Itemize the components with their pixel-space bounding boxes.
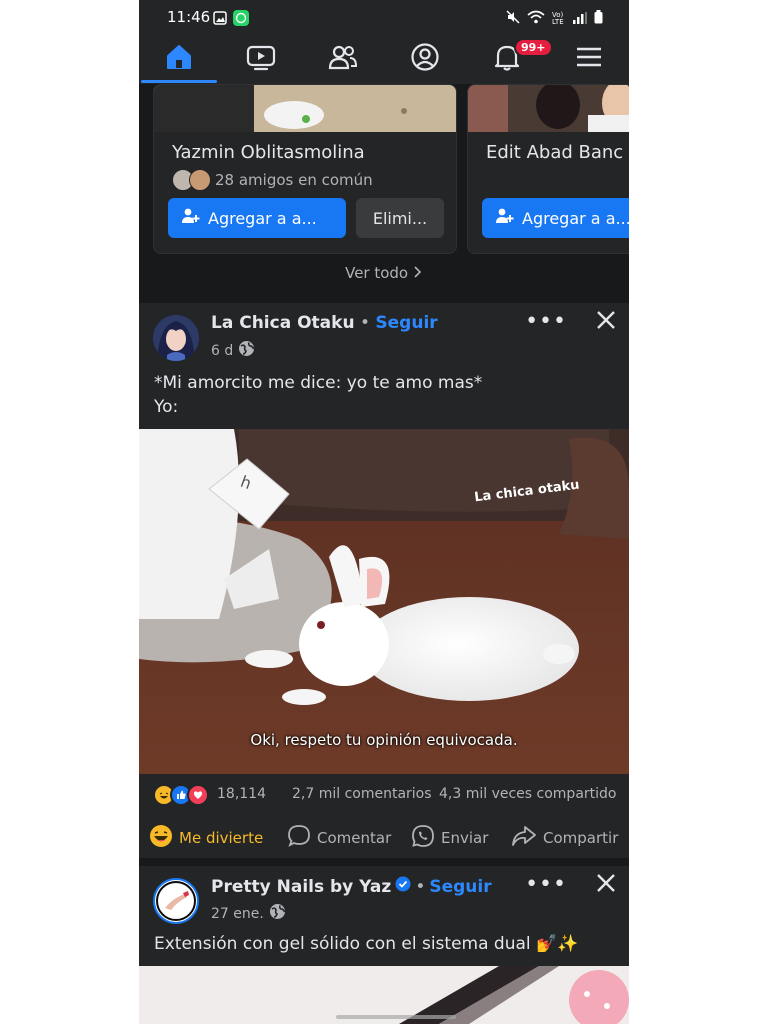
post-header: La Chica Otaku • Seguir 6 d ••• *Mi amor…: [139, 303, 629, 429]
whatsapp-icon: [411, 824, 435, 852]
see-all-label: Ver todo: [345, 264, 409, 282]
post-author-name[interactable]: Pretty Nails by Yaz: [211, 877, 391, 897]
suggestion-photo: [154, 85, 456, 132]
profile-icon: [410, 42, 440, 76]
comments-count[interactable]: 2,7 mil comentarios: [292, 786, 432, 802]
status-right-icons: Vo) LTE: [506, 9, 603, 28]
tab-watch[interactable]: [221, 34, 301, 84]
more-options-icon[interactable]: •••: [525, 309, 567, 334]
post-time[interactable]: 27 ene.: [211, 906, 264, 922]
post-meta: 6 d: [211, 340, 255, 361]
react-button[interactable]: Me divierte: [149, 824, 263, 852]
post-time[interactable]: 6 d: [211, 343, 233, 359]
notifications-badge: 99+: [514, 38, 553, 57]
status-time: 11:46: [167, 8, 211, 26]
mutual-friends-count: 28 amigos en común: [215, 171, 373, 189]
globe-icon: [269, 903, 286, 924]
suggestion-photo: [468, 85, 629, 132]
add-friend-label: Agregar a a...: [522, 208, 629, 228]
share-label: Compartir: [543, 829, 619, 847]
home-icon: [165, 43, 193, 75]
reaction-icons[interactable]: [153, 784, 209, 806]
author-separator: •: [415, 876, 426, 897]
suggestion-name[interactable]: Edit Abad Banc: [486, 142, 623, 163]
whatsapp-status-icon: [233, 10, 249, 30]
tab-profile[interactable]: [385, 34, 465, 84]
follow-button[interactable]: Seguir: [429, 877, 491, 897]
globe-icon: [238, 340, 255, 361]
suggestion-name[interactable]: Yazmin Oblitasmolina: [172, 142, 365, 163]
chevron-right-icon: [413, 264, 423, 282]
remove-suggestion-button[interactable]: Elimi...: [356, 198, 444, 238]
post-image[interactable]: La chica otaku h Oki, respeto tu opinión…: [139, 429, 629, 774]
image-caption: Oki, respeto tu opinión equivocada.: [250, 731, 518, 749]
signal-icon: [573, 9, 587, 28]
love-reaction-icon: [187, 784, 209, 806]
friend-suggestion-card[interactable]: Edit Abad Banc Agregar a a...: [467, 84, 629, 254]
close-icon[interactable]: [595, 872, 617, 900]
top-nav-bar: 99+: [139, 34, 629, 85]
post-author-line: Pretty Nails by Yaz • Seguir: [211, 876, 492, 897]
post-author-name[interactable]: La Chica Otaku: [211, 313, 355, 333]
reactions-bar: 18,114 2,7 mil comentarios 4,3 mil veces…: [139, 774, 629, 816]
hamburger-menu-icon: [576, 46, 602, 72]
network-label: Vo) LTE: [552, 10, 564, 26]
haha-emoji-icon: [149, 824, 173, 852]
send-button[interactable]: Enviar: [411, 824, 488, 852]
post-author-line: La Chica Otaku • Seguir: [211, 313, 438, 333]
gallery-icon: [213, 10, 227, 29]
verified-badge-icon: [395, 876, 411, 897]
comment-icon: [287, 824, 311, 852]
reactions-count[interactable]: 18,114: [217, 786, 266, 802]
tab-notifications[interactable]: 99+: [467, 34, 553, 84]
people-you-may-know-section: Yazmin Oblitasmolina 28 amigos en común …: [139, 84, 629, 299]
mutual-friends: 28 amigos en común: [172, 169, 373, 191]
post-actions: Me divierte Comentar Enviar Compartir: [139, 816, 629, 858]
battery-icon: [594, 9, 603, 28]
phone-screen: 11:46 Vo) LTE 99+ Yazmin Oblitasmolina 2…: [139, 0, 629, 1024]
author-avatar[interactable]: [153, 315, 199, 361]
status-bar: 11:46 Vo) LTE: [139, 0, 629, 34]
post-text: Extensión con gel sólido con el sistema …: [154, 934, 579, 954]
close-icon[interactable]: [595, 309, 617, 337]
add-friend-label: Agregar a a...: [208, 208, 317, 228]
post-header: Pretty Nails by Yaz • Seguir 27 ene. •••…: [139, 866, 629, 966]
video-icon: [246, 43, 276, 75]
add-friend-icon: [182, 208, 200, 228]
react-label: Me divierte: [179, 829, 264, 847]
share-icon: [511, 824, 537, 852]
shares-count[interactable]: 4,3 mil veces compartido: [439, 786, 617, 802]
follow-button[interactable]: Seguir: [375, 313, 437, 333]
send-label: Enviar: [441, 829, 489, 847]
friend-suggestion-card[interactable]: Yazmin Oblitasmolina 28 amigos en común …: [153, 84, 457, 254]
comment-label: Comentar: [317, 829, 392, 847]
add-friend-button[interactable]: Agregar a a...: [168, 198, 346, 238]
tab-friends[interactable]: [303, 34, 383, 84]
add-friend-icon: [496, 208, 514, 228]
share-button[interactable]: Compartir: [511, 824, 618, 852]
post-text: *Mi amorcito me dice: yo te amo mas* Yo:: [154, 373, 483, 417]
friends-icon: [328, 43, 358, 75]
add-friend-button[interactable]: Agregar a a...: [482, 198, 629, 238]
home-indicator[interactable]: [336, 1015, 456, 1019]
wifi-icon: [527, 9, 545, 28]
more-options-icon[interactable]: •••: [525, 872, 567, 897]
post-meta: 27 ene.: [211, 903, 286, 924]
mutual-friend-avatar: [189, 169, 211, 191]
see-all-link[interactable]: Ver todo: [139, 264, 629, 282]
active-tab-indicator: [141, 80, 217, 83]
author-separator: •: [354, 313, 376, 333]
author-avatar[interactable]: [153, 878, 199, 924]
feed-separator: [139, 858, 629, 866]
tab-home[interactable]: [139, 34, 219, 84]
comment-button[interactable]: Comentar: [287, 824, 391, 852]
tab-menu[interactable]: [549, 34, 629, 84]
mute-icon: [506, 9, 520, 28]
